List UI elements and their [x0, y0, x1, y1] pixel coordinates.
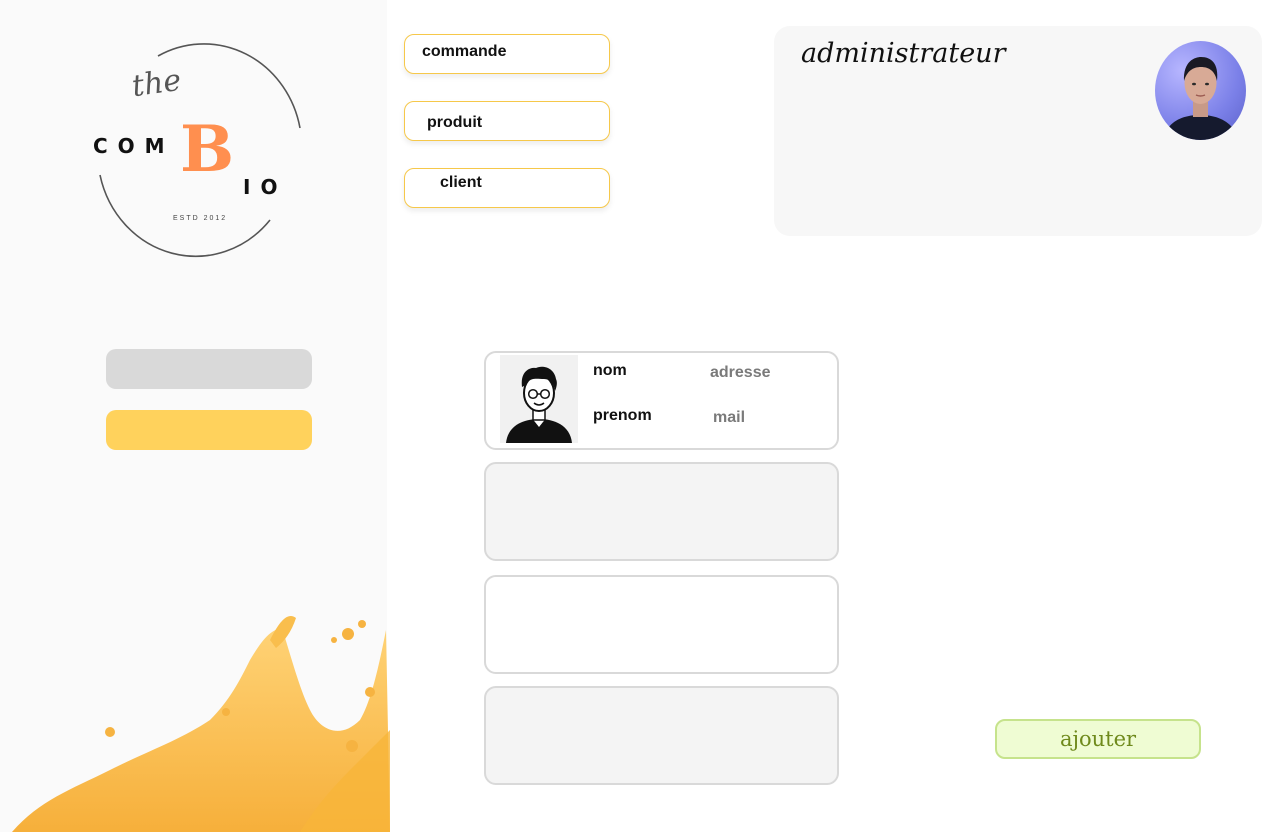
logo-com-text: COM: [93, 134, 175, 158]
admin-panel: administrateur: [774, 26, 1262, 236]
person-icon: [1163, 57, 1239, 140]
juice-splash-icon: [12, 616, 390, 832]
nav-commande-button[interactable]: commande: [404, 34, 610, 74]
sidebar-yellow-button[interactable]: [106, 410, 312, 450]
nav-client-label: client: [440, 174, 482, 191]
admin-title: administrateur: [801, 38, 1006, 69]
logo-b-letter: B: [180, 112, 235, 187]
mail-value: mail: [713, 409, 746, 426]
sidebar: the COM B IO ESTD 2012: [0, 0, 390, 832]
client-card-placeholder-3[interactable]: [484, 575, 839, 674]
nav-produit-button[interactable]: produit: [404, 101, 610, 141]
brand-logo: the COM B IO ESTD 2012: [80, 40, 320, 270]
client-card-placeholder-2[interactable]: [484, 462, 839, 561]
nav-produit-label: produit: [427, 114, 483, 131]
prenom-label: prenom: [593, 407, 652, 424]
logo-io-text: IO: [243, 175, 288, 199]
client-avatar: [500, 355, 578, 443]
nav-commande-label: commande: [422, 43, 507, 60]
client-card-placeholder-4[interactable]: [484, 686, 839, 785]
admin-avatar[interactable]: [1155, 41, 1246, 140]
logo-estd-text: ESTD 2012: [173, 215, 228, 222]
client-card[interactable]: nom adresse prenom mail: [484, 351, 839, 450]
ajouter-button[interactable]: ajouter: [995, 719, 1201, 759]
logo-the-text: the: [129, 62, 184, 105]
nav-client-button[interactable]: client: [404, 168, 610, 208]
sidebar-grey-button[interactable]: [106, 349, 312, 389]
adresse-value: adresse: [710, 364, 771, 381]
nom-label: nom: [593, 362, 627, 379]
man-with-glasses-icon: [506, 366, 572, 443]
